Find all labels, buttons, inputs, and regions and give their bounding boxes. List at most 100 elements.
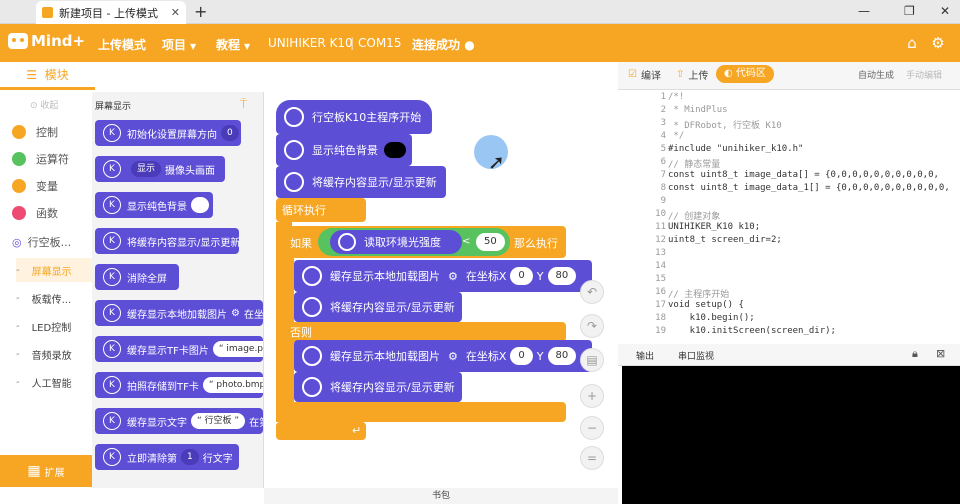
- project-tab[interactable]: 新建项目 - 上传模式 ✕: [36, 1, 186, 24]
- home-icon[interactable]: ⌂: [902, 33, 922, 53]
- category-variables[interactable]: 变量: [0, 172, 90, 200]
- module-tab[interactable]: ☰ 模块: [0, 62, 95, 90]
- refresh-block-2[interactable]: 将缓存内容显示/显示更新: [294, 372, 462, 402]
- code-line[interactable]: UNIHIKER_K10 k10;: [668, 222, 760, 232]
- gear-icon[interactable]: ⚙: [928, 33, 948, 53]
- tab-title: 新建项目 - 上传模式: [59, 6, 158, 20]
- redo-icon[interactable]: ↷: [580, 314, 604, 338]
- line-number: 14: [655, 261, 666, 271]
- mode-menu[interactable]: 上传模式: [98, 36, 146, 53]
- category-board[interactable]: ◎ 行空板...: [0, 228, 90, 256]
- compile-button[interactable]: ☑ 编译: [628, 67, 661, 82]
- threshold-input[interactable]: 50: [476, 233, 505, 251]
- category-operators[interactable]: 运算符: [0, 145, 90, 173]
- block-show-camera[interactable]: K 显示 摄像头画面: [95, 156, 225, 182]
- line-number: 1: [660, 92, 666, 102]
- block-init-screen[interactable]: K 初始化设置屏幕方向 0: [95, 120, 241, 146]
- sub-ai[interactable]: - 人工智能: [16, 370, 96, 394]
- code-line[interactable]: * MindPlus: [668, 105, 727, 115]
- clear-output-icon[interactable]: ⊠: [936, 347, 945, 360]
- code-line[interactable]: uint8_t screen_dir=2;: [668, 235, 782, 245]
- board-icon: ◎: [12, 235, 22, 249]
- block-photo[interactable]: K拍照存储到TF卡“ photo.bmp ”: [95, 372, 263, 398]
- light-sensor-block[interactable]: 读取环境光强度: [330, 230, 462, 254]
- output-console: [622, 366, 960, 504]
- device-menu[interactable]: UNIHIKER K10: [268, 36, 353, 50]
- auto-generate-tab[interactable]: 自动生成: [858, 68, 894, 81]
- line-number: 8: [660, 183, 666, 193]
- extension-icon: ▦: [27, 463, 41, 479]
- refresh-block[interactable]: 将缓存内容显示/显示更新: [276, 166, 446, 198]
- cleanup-icon[interactable]: ▤: [580, 348, 604, 372]
- zoom-out-icon[interactable]: −: [580, 416, 604, 440]
- code-line[interactable]: // 创建对象: [668, 209, 720, 222]
- backpack-bar[interactable]: 书包: [264, 488, 618, 504]
- lock-icon[interactable]: 🔒︎: [912, 347, 918, 361]
- category-control[interactable]: 控制: [0, 118, 90, 146]
- block-clear[interactable]: K 消除全屏: [95, 264, 179, 290]
- project-menu[interactable]: 项目 ▼: [162, 36, 196, 53]
- block-clear-line[interactable]: K 立即清除第 1 行文字: [95, 444, 239, 470]
- zoom-in-icon[interactable]: +: [580, 384, 604, 408]
- code-line[interactable]: const uint8_t image_data_1[] = {0,0,0,0,…: [668, 183, 950, 193]
- block-solid-bg[interactable]: K 显示纯色背景: [95, 192, 213, 218]
- code-line[interactable]: k10.begin();: [668, 313, 755, 323]
- block-tf-image[interactable]: K缓存显示TF卡图片“ image.png: [95, 336, 263, 362]
- sub-led[interactable]: - LED控制: [16, 314, 96, 338]
- sub-screen[interactable]: - 屏幕显示: [16, 258, 96, 282]
- extensions-button[interactable]: ▦ 扩展: [0, 455, 92, 487]
- check-icon: ☑: [628, 69, 637, 80]
- tutorial-menu[interactable]: 教程 ▼: [216, 36, 250, 53]
- category-functions[interactable]: 函数: [0, 199, 90, 227]
- pin-icon[interactable]: ⍑: [240, 97, 247, 112]
- code-line[interactable]: #include "unihiker_k10.h": [668, 144, 803, 154]
- code-line[interactable]: * DFRobot, 行空板 K10: [668, 118, 781, 131]
- block-local-image[interactable]: K 缓存显示本地加载图片 ⚙ 在坐: [95, 300, 263, 326]
- sub-audio[interactable]: - 音频录放: [16, 342, 96, 366]
- block-text[interactable]: K缓存显示文字“ 行空板 ”在第: [95, 408, 263, 434]
- connection-status: 连接成功 ●: [412, 38, 475, 52]
- code-line[interactable]: // 主程序开始: [668, 287, 729, 300]
- output-tab[interactable]: 输出: [636, 349, 654, 362]
- pointer-icon: ➚: [488, 150, 505, 174]
- port-menu[interactable]: COM15: [358, 36, 401, 50]
- code-editor[interactable]: 1/*! 2 * MindPlus 3 * DFRobot, 行空板 K10 4 */…: [618, 90, 960, 342]
- close-tab-icon[interactable]: ✕: [171, 6, 180, 19]
- sub-sensors[interactable]: - 板载传...: [16, 286, 96, 310]
- upload-icon: ⇧: [676, 69, 685, 80]
- reset-zoom-icon[interactable]: =: [580, 446, 604, 470]
- code-line[interactable]: // 静态常量: [668, 157, 720, 170]
- code-line[interactable]: void setup() {: [668, 300, 744, 310]
- minimize-icon[interactable]: —: [858, 4, 870, 18]
- line-number: 2: [660, 105, 666, 115]
- app-logo: Mind+: [8, 32, 85, 50]
- line-number: 16: [655, 287, 666, 297]
- line-number: 11: [655, 222, 666, 232]
- code-line[interactable]: /*!: [668, 92, 684, 102]
- code-line[interactable]: const uint8_t image_data[] = {0,0,0,0,0,…: [668, 170, 939, 180]
- serial-monitor-tab[interactable]: 串口监视: [678, 349, 714, 362]
- line-number: 12: [655, 235, 666, 245]
- restore-icon[interactable]: ❐: [904, 4, 915, 18]
- manual-edit-tab[interactable]: 手动编辑: [906, 68, 942, 81]
- line-number: 17: [655, 300, 666, 310]
- refresh-block-1[interactable]: 将缓存内容显示/显示更新: [294, 292, 462, 322]
- block-refresh[interactable]: K 将缓存内容显示/显示更新: [95, 228, 239, 254]
- solid-bg-block[interactable]: 显示纯色背景: [276, 134, 412, 166]
- hat-block[interactable]: 行空板K10主程序开始: [276, 100, 432, 134]
- code-line[interactable]: */: [668, 131, 684, 141]
- upload-button[interactable]: ⇧ 上传: [676, 67, 708, 82]
- new-tab-button[interactable]: +: [194, 2, 207, 21]
- line-number: 18: [655, 313, 666, 323]
- load-image-block-1[interactable]: 缓存显示本地加载图片 ⚙ 在坐标X 0 Y 80: [294, 260, 592, 292]
- line-number: 10: [655, 209, 666, 219]
- undo-icon[interactable]: ↶: [580, 280, 604, 304]
- load-image-block-2[interactable]: 缓存显示本地加载图片 ⚙ 在坐标X 0 Y 80: [294, 340, 592, 372]
- line-number: 13: [655, 248, 666, 258]
- line-number: 15: [655, 274, 666, 284]
- output-tabs: [618, 344, 960, 366]
- code-area-toggle[interactable]: ◐ 代码区: [716, 65, 774, 83]
- zoom-toolbar: ↶ ↷ ▤ + − =: [580, 280, 604, 480]
- code-line[interactable]: k10.initScreen(screen_dir);: [668, 326, 836, 336]
- close-window-icon[interactable]: ✕: [940, 4, 950, 18]
